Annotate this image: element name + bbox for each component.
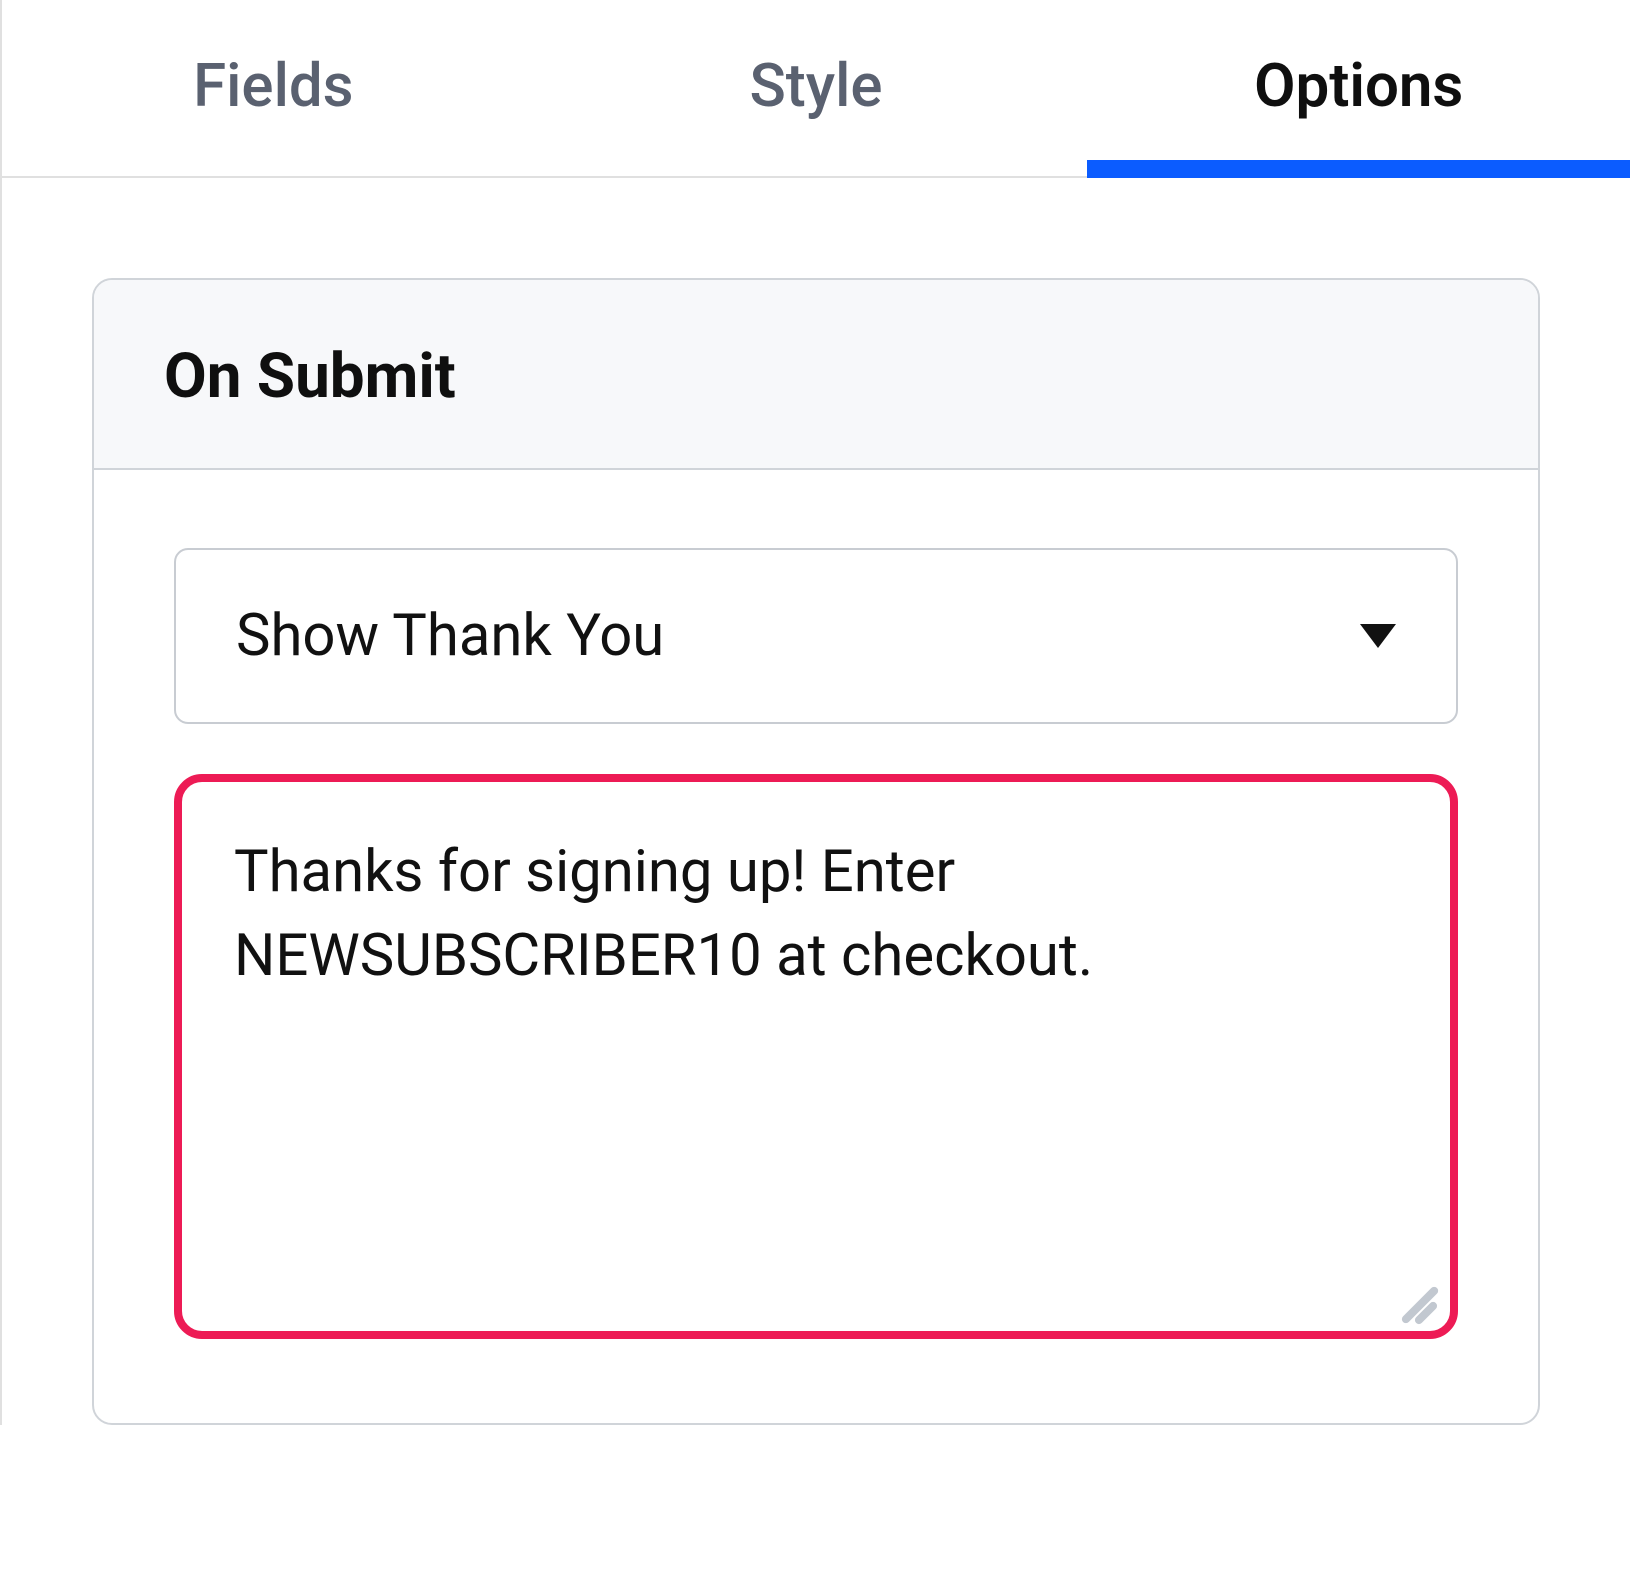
tab-fields[interactable]: Fields: [2, 0, 545, 176]
tab-options[interactable]: Options: [1087, 0, 1630, 176]
tab-label: Style: [749, 50, 882, 121]
thank-you-message-wrapper: [174, 774, 1458, 1343]
chevron-down-icon: [1360, 624, 1396, 648]
tab-style[interactable]: Style: [545, 0, 1088, 176]
card-title: On Submit: [164, 340, 1468, 413]
select-value: Show Thank You: [236, 602, 664, 670]
tab-label: Options: [1254, 50, 1463, 121]
thank-you-message-textarea[interactable]: [174, 774, 1458, 1339]
on-submit-card: On Submit Show Thank You: [92, 278, 1540, 1425]
card-body: Show Thank You: [94, 470, 1538, 1423]
on-submit-action-select[interactable]: Show Thank You: [174, 548, 1458, 724]
tab-content: On Submit Show Thank You: [0, 178, 1630, 1425]
on-submit-action-select-wrapper: Show Thank You: [174, 548, 1458, 724]
tab-label: Fields: [193, 50, 353, 121]
card-header: On Submit: [94, 280, 1538, 470]
tabs-bar: Fields Style Options: [0, 0, 1630, 178]
